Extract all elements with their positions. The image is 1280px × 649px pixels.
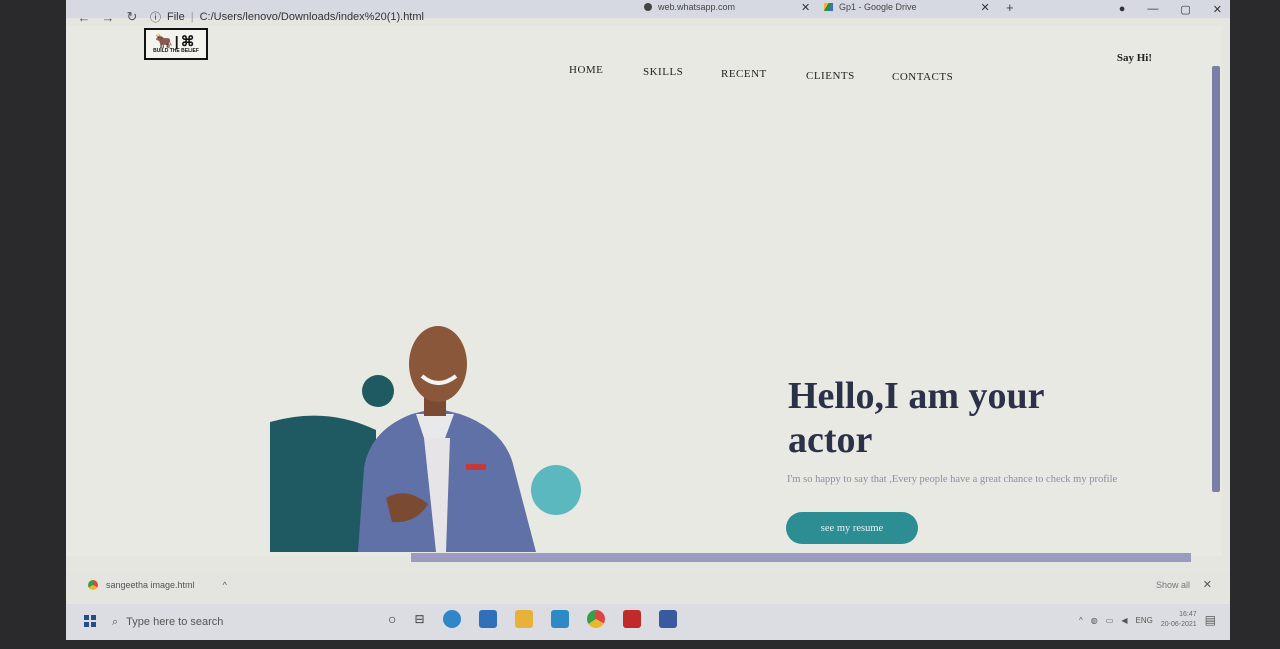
windows-start-icon[interactable] [84,615,96,627]
head [409,326,467,402]
time: 16:47 [1179,611,1197,618]
downloads-bar: sangeetha image.html ^ Show all ✕ [66,572,1230,602]
forward-icon[interactable]: → [96,10,120,25]
file-explorer-icon[interactable] [514,610,533,628]
system-tray: ^ ◍ ▭ ◀ ENG 16:47 20-06-2021 ▤ [1079,610,1216,630]
web-page: 🐂|⌘ BUILD THE BELIEF HOME SKILLS RECENT … [66,26,1222,556]
clock[interactable]: 16:47 20-06-2021 [1161,610,1197,630]
vertical-scrollbar[interactable] [1212,66,1220,492]
say-hi-link[interactable]: Say Hi! [1117,52,1152,64]
info-icon: ⓘ [150,12,161,24]
monitor-screen: web.whatsapp.com ✕ Gp1 - Google Drive ✕ … [66,0,1230,640]
logo-mark: 🐂|⌘ [155,33,197,49]
reload-icon[interactable]: ↻ [120,9,144,25]
nav-contacts[interactable]: CONTACTS [892,71,953,83]
hero-portrait [270,326,581,552]
site-logo[interactable]: 🐂|⌘ BUILD THE BELIEF [144,28,208,60]
network-icon[interactable]: ◍ [1091,616,1098,625]
date: 20-06-2021 [1160,621,1197,628]
address-bar[interactable]: ⓘ File | C:/Users/lenovo/Downloads/index… [150,6,1140,28]
close-icon[interactable]: ✕ [1203,578,1212,591]
small-dark-circle [362,375,394,407]
nav-clients[interactable]: CLIENTS [806,70,855,82]
light-teal-circle [531,465,581,515]
file-label: File [167,11,185,23]
edge-icon[interactable] [442,610,461,628]
download-item[interactable]: sangeetha image.html ^ [88,580,227,590]
search-icon: ⌕ [112,615,119,628]
language-indicator[interactable]: ENG [1136,616,1153,625]
horizontal-scrollbar[interactable] [411,553,1191,562]
hero-headline: Hello,I am your actor [788,375,1044,461]
app-icon[interactable] [658,610,677,628]
search-placeholder: Type here to search [126,616,224,628]
nav-skills[interactable]: SKILLS [643,66,683,78]
chrome-taskbar-icon[interactable] [586,610,605,628]
notification-icon[interactable]: ▤ [1205,613,1216,627]
battery-icon[interactable]: ▭ [1106,616,1114,625]
cortana-icon[interactable]: ○ [388,611,396,627]
hero-subtext: I'm so happy to say that ,Every people h… [787,474,1118,485]
task-view-icon[interactable]: ⊟ [414,612,424,626]
logo-tagline: BUILD THE BELIEF [153,48,199,54]
back-icon[interactable]: ← [72,10,96,25]
pinned-apps: ○ ⊟ [388,610,677,628]
nav-recent[interactable]: RECENT [721,68,767,80]
volume-icon[interactable]: ◀ [1121,616,1127,625]
download-filename: sangeetha image.html [106,580,195,590]
chevron-up-icon[interactable]: ^ [1079,616,1083,625]
mail-icon[interactable] [478,610,497,628]
show-all-link[interactable]: Show all [1156,580,1190,590]
taskbar-search-box[interactable]: ⌕ Type here to search [112,608,362,636]
pocket-square [466,464,486,470]
chrome-icon [88,580,98,590]
chevron-up-icon[interactable]: ^ [223,580,227,590]
nav-home[interactable]: HOME [569,64,603,76]
store-icon[interactable] [550,610,569,628]
mcafee-icon[interactable] [622,610,641,628]
windows-taskbar: ⌕ Type here to search ○ ⊟ ^ ◍ ▭ ◀ ENG 16… [66,604,1230,640]
see-resume-button[interactable]: see my resume [786,512,918,544]
url-text: C:/Users/lenovo/Downloads/index%20(1).ht… [199,11,424,23]
divider: | [190,11,194,23]
